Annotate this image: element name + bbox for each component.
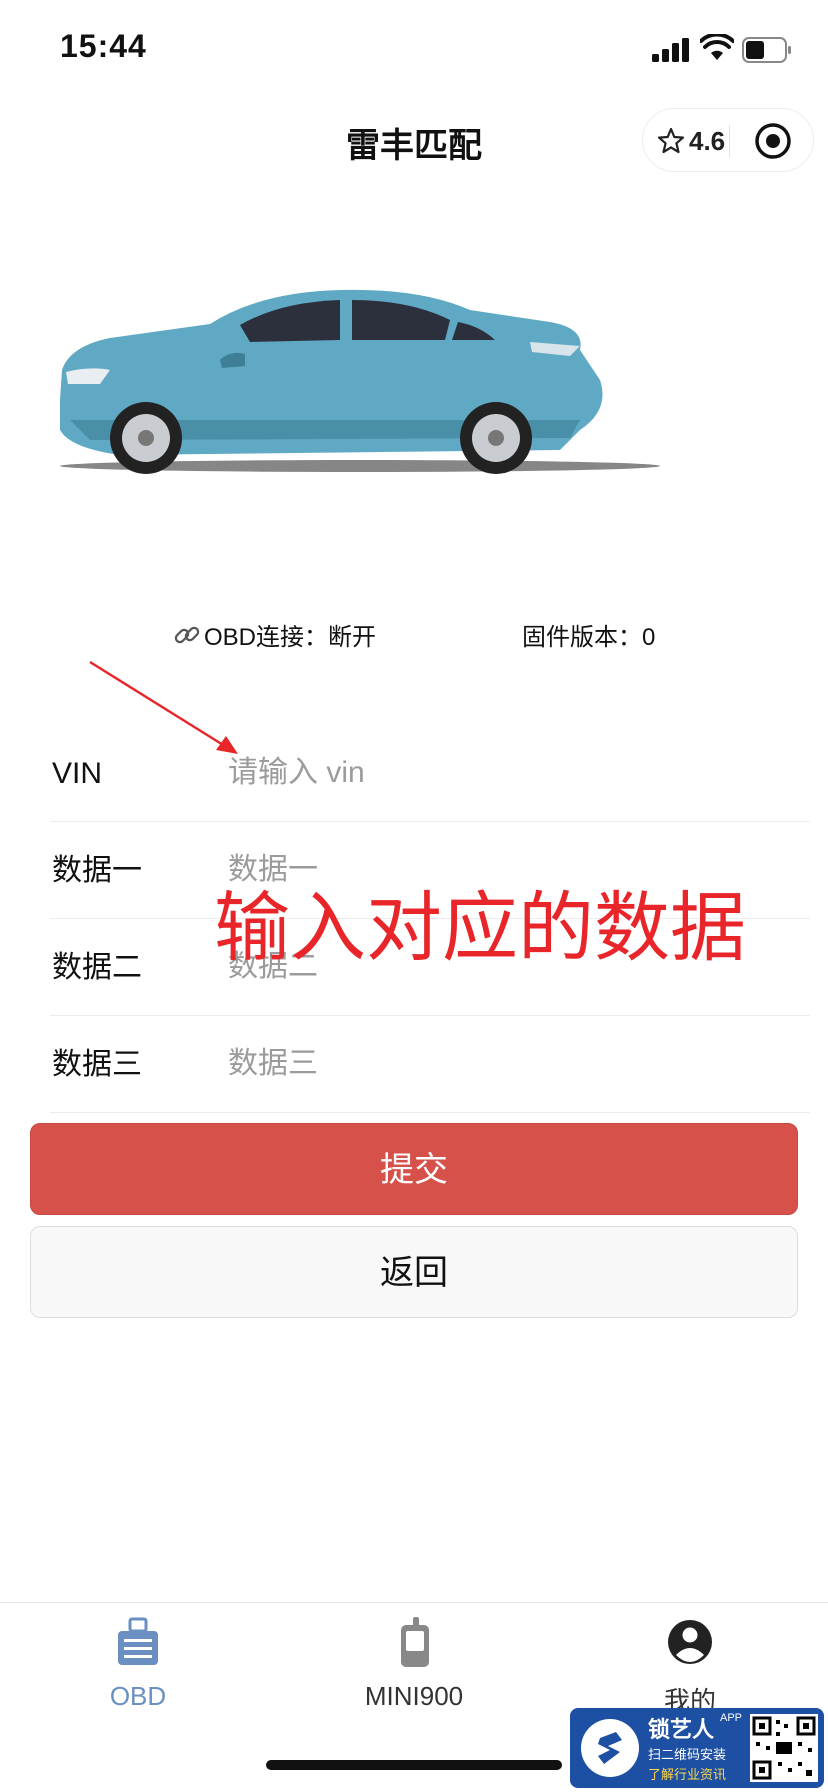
mini-program-capsule: 4.6 bbox=[642, 108, 814, 172]
user-profile-icon bbox=[668, 1620, 712, 1664]
submit-button[interactable]: 提交 bbox=[30, 1123, 798, 1215]
data-three-label: 数据三 bbox=[52, 1048, 142, 1081]
watermark-line-1: 扫二维码安装 bbox=[648, 1747, 727, 1762]
brand-logo-icon bbox=[581, 1719, 639, 1777]
annotation-text: 输入对应的数据 bbox=[214, 886, 746, 971]
watermark-app-badge: APP bbox=[720, 1712, 743, 1724]
data-three-input[interactable] bbox=[228, 1036, 788, 1092]
rating-value[interactable]: 4.6 bbox=[689, 126, 725, 157]
target-close-icon[interactable] bbox=[753, 121, 793, 161]
battery-icon bbox=[742, 37, 791, 63]
tab-mini900-label: MINI900 bbox=[364, 1681, 464, 1711]
star-icon[interactable] bbox=[657, 127, 685, 155]
home-indicator bbox=[266, 1760, 562, 1770]
handheld-device-icon bbox=[401, 1617, 429, 1667]
obd-connection-label: OBD连接：断开 bbox=[204, 624, 377, 651]
firmware-version: 固件版本：0 bbox=[522, 624, 656, 651]
wifi-icon bbox=[700, 34, 734, 60]
watermark-badge: 锁艺人 APP 扫二维码安装 了解行业资讯 bbox=[570, 1708, 824, 1788]
capsule-divider bbox=[729, 125, 730, 157]
data-three-row: 数据三 bbox=[50, 1016, 810, 1113]
watermark-line-2: 了解行业资讯 bbox=[648, 1767, 727, 1782]
back-button[interactable]: 返回 bbox=[30, 1226, 798, 1318]
status-bar: 15:44 bbox=[0, 0, 828, 100]
link-icon bbox=[174, 626, 200, 643]
qr-code-icon bbox=[750, 1714, 818, 1782]
car-image bbox=[60, 289, 660, 474]
signal-icon bbox=[652, 38, 689, 62]
data-two-label: 数据二 bbox=[52, 951, 142, 984]
watermark-title: 锁艺人 bbox=[648, 1717, 715, 1742]
vin-row: VIN bbox=[50, 725, 810, 822]
status-time: 15:44 bbox=[60, 28, 147, 64]
vin-input[interactable] bbox=[228, 745, 788, 801]
tab-obd-label: OBD bbox=[109, 1681, 167, 1711]
obd-connection-status: OBD连接：断开 bbox=[172, 617, 376, 652]
tab-mini900[interactable]: MINI900 bbox=[314, 1617, 514, 1727]
vin-label: VIN bbox=[52, 757, 103, 790]
tab-obd[interactable]: OBD bbox=[38, 1617, 238, 1727]
obd-device-icon bbox=[118, 1617, 158, 1665]
data-one-label: 数据一 bbox=[52, 854, 142, 887]
